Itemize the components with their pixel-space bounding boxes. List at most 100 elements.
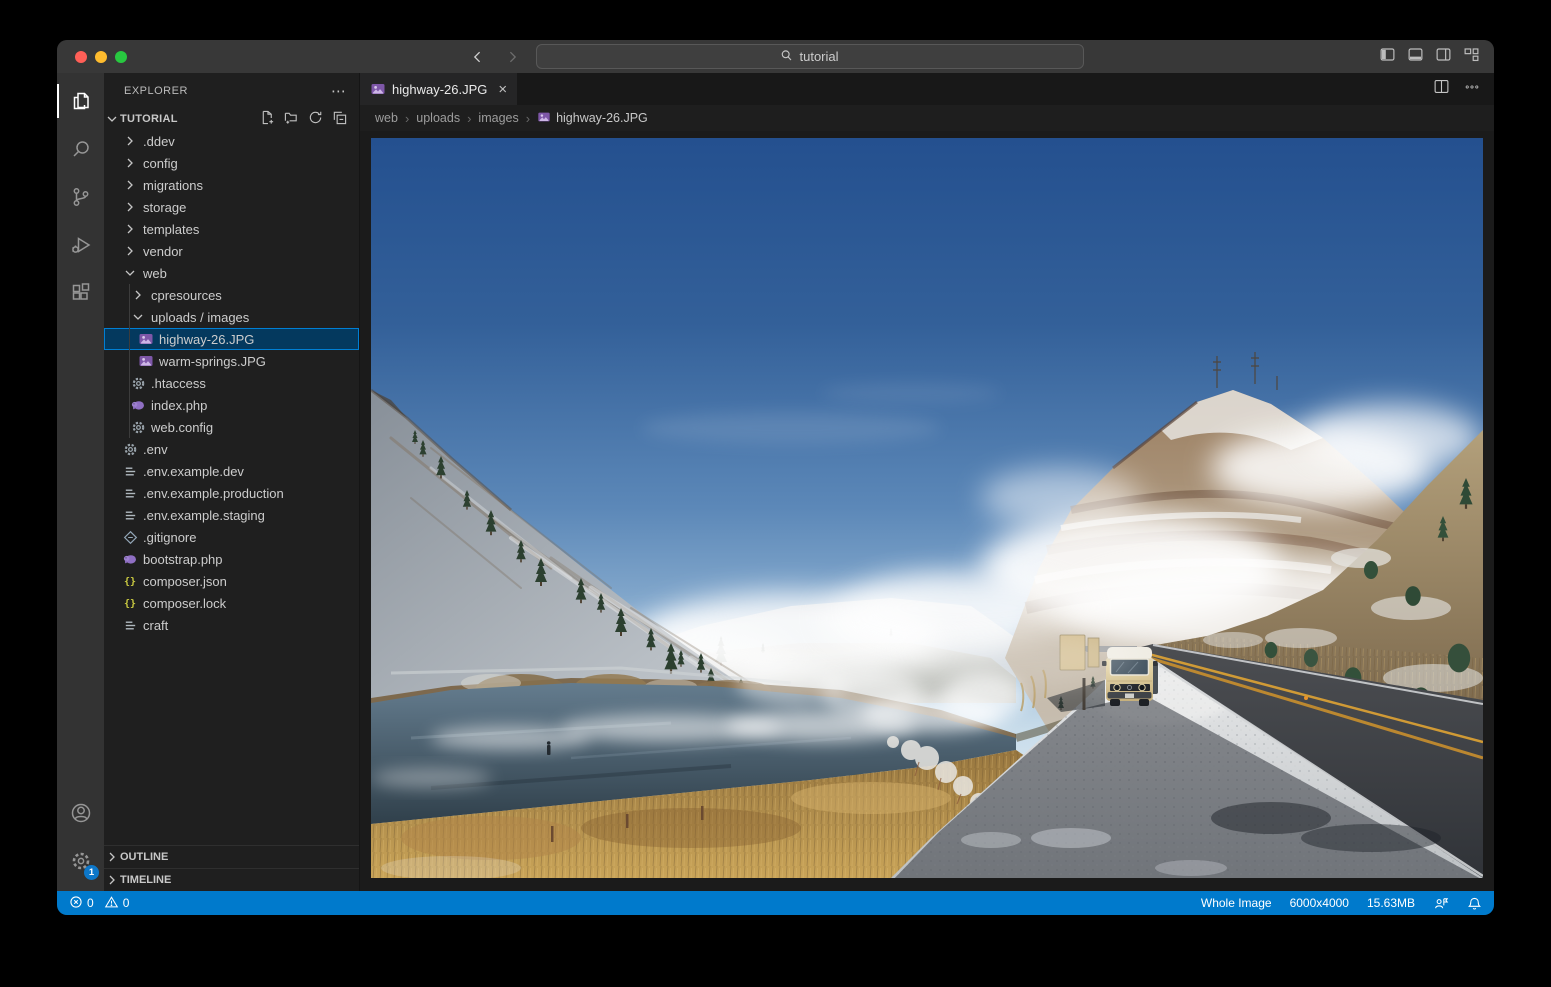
gear-file-icon [130, 375, 146, 391]
tree-item-index-php[interactable]: index.php [104, 394, 359, 416]
breadcrumb-web[interactable]: web [375, 111, 398, 125]
chevron-right-icon [122, 155, 138, 171]
warning-count: 0 [123, 896, 130, 910]
extensions-icon[interactable] [57, 269, 104, 317]
tree-item-highway-26-jpg[interactable]: highway-26.JPG [104, 328, 359, 350]
split-editor-icon[interactable] [1433, 78, 1450, 100]
activity-bar: 1 [57, 73, 104, 891]
close-window-button[interactable] [75, 51, 87, 63]
indent-guide [129, 284, 130, 438]
new-folder-icon[interactable] [284, 110, 299, 128]
forward-button[interactable] [502, 47, 522, 67]
tree-item-storage[interactable]: storage [104, 196, 359, 218]
image-dimensions[interactable]: 6000x4000 [1290, 896, 1349, 910]
problems-indicator[interactable]: 0 0 [69, 895, 129, 912]
image-file-icon [370, 81, 386, 97]
tree-item-env-example-dev[interactable]: .env.example.dev [104, 460, 359, 482]
image-zoom-mode[interactable]: Whole Image [1201, 896, 1272, 910]
tree-item-templates[interactable]: templates [104, 218, 359, 240]
feedback-icon[interactable] [1433, 896, 1449, 911]
new-file-icon[interactable] [260, 110, 275, 128]
tree-item-label: vendor [138, 244, 183, 259]
tree-item-vendor[interactable]: vendor [104, 240, 359, 262]
toggle-primary-sidebar-icon[interactable] [1379, 46, 1396, 68]
tree-item-label: composer.json [138, 574, 227, 589]
tree-item-label: index.php [146, 398, 207, 413]
command-center-search[interactable]: tutorial [536, 44, 1084, 69]
tree-item-migrations[interactable]: migrations [104, 174, 359, 196]
settings-gear-icon[interactable]: 1 [57, 837, 104, 885]
run-debug-icon[interactable] [57, 221, 104, 269]
breadcrumb-images[interactable]: images [478, 111, 518, 125]
tree-item-label: .env [138, 442, 168, 457]
tree-item-label: warm-springs.JPG [154, 354, 266, 369]
tab-highway-26[interactable]: highway-26.JPG × [360, 73, 517, 105]
tree-item-bootstrap-php[interactable]: bootstrap.php [104, 548, 359, 570]
editor-group: highway-26.JPG × web› uploads› images› [360, 73, 1494, 891]
tree-item-config[interactable]: config [104, 152, 359, 174]
tree-item-label: bootstrap.php [138, 552, 223, 567]
tree-item-uploads-images[interactable]: uploads / images [104, 306, 359, 328]
lines-file-icon [122, 507, 138, 523]
back-button[interactable] [468, 47, 488, 67]
image-file-icon [138, 353, 154, 369]
php-file-icon [122, 551, 138, 567]
tree-item-composer-json[interactable]: {}composer.json [104, 570, 359, 592]
timeline-section[interactable]: TIMELINE [104, 868, 359, 891]
toggle-secondary-sidebar-icon[interactable] [1435, 46, 1452, 68]
explorer-more-actions-icon[interactable]: ⋯ [331, 82, 347, 100]
gear-file-icon [122, 441, 138, 457]
tree-item-craft[interactable]: craft [104, 614, 359, 636]
tree-item-cpresources[interactable]: cpresources [104, 284, 359, 306]
tree-item-web-config[interactable]: web.config [104, 416, 359, 438]
collapse-folders-icon[interactable] [332, 110, 347, 128]
image-file-size[interactable]: 15.63MB [1367, 896, 1415, 910]
workspace-section-header[interactable]: TUTORIAL [104, 108, 359, 130]
image-file-icon [537, 110, 551, 127]
image-preview-canvas[interactable] [360, 131, 1494, 891]
explorer-icon[interactable] [57, 77, 104, 125]
tree-item-env-example-staging[interactable]: .env.example.staging [104, 504, 359, 526]
chevron-right-icon [122, 243, 138, 259]
chevron-down-icon [122, 265, 138, 281]
minimize-window-button[interactable] [95, 51, 107, 63]
tree-item-label: .htaccess [146, 376, 206, 391]
tree-item-label: .env.example.production [138, 486, 284, 501]
tree-item-web[interactable]: web [104, 262, 359, 284]
tree-item-label: .ddev [138, 134, 175, 149]
workspace-name: TUTORIAL [120, 113, 178, 125]
account-icon[interactable] [57, 789, 104, 837]
search-sidebar-icon[interactable] [57, 125, 104, 173]
warning-icon [104, 895, 119, 912]
tab-label: highway-26.JPG [392, 82, 487, 97]
tree-item-htaccess[interactable]: .htaccess [104, 372, 359, 394]
tree-item-env[interactable]: .env [104, 438, 359, 460]
breadcrumb-uploads[interactable]: uploads [416, 111, 460, 125]
breadcrumb-file[interactable]: highway-26.JPG [537, 110, 648, 127]
zoom-window-button[interactable] [115, 51, 127, 63]
tree-item-ddev[interactable]: .ddev [104, 130, 359, 152]
file-tree: .ddev configmigrationsstorage templates ven… [104, 130, 359, 636]
chevron-right-icon [122, 177, 138, 193]
tree-item-gitignore[interactable]: .gitignore [104, 526, 359, 548]
tree-item-env-example-production[interactable]: .env.example.production [104, 482, 359, 504]
outline-section[interactable]: OUTLINE [104, 845, 359, 868]
tree-item-warm-springs-jpg[interactable]: warm-springs.JPG [104, 350, 359, 372]
refresh-icon[interactable] [308, 110, 323, 128]
more-actions-icon[interactable] [1464, 79, 1480, 100]
json-file-icon: {} [122, 595, 138, 611]
toggle-panel-icon[interactable] [1407, 46, 1424, 68]
git-file-icon [122, 529, 138, 545]
notifications-bell-icon[interactable] [1467, 896, 1482, 911]
tree-item-label: templates [138, 222, 199, 237]
lines-file-icon [122, 617, 138, 633]
close-tab-icon[interactable]: × [498, 82, 507, 97]
customize-layout-icon[interactable] [1463, 46, 1480, 68]
breadcrumb: web› uploads› images› highway-26.JPG [360, 105, 1494, 131]
image-preview[interactable] [371, 138, 1483, 878]
source-control-icon[interactable] [57, 173, 104, 221]
vscode-window: tutorial [57, 40, 1494, 915]
tree-item-composer-lock[interactable]: {}composer.lock [104, 592, 359, 614]
lines-file-icon [122, 463, 138, 479]
window-controls [57, 51, 127, 63]
